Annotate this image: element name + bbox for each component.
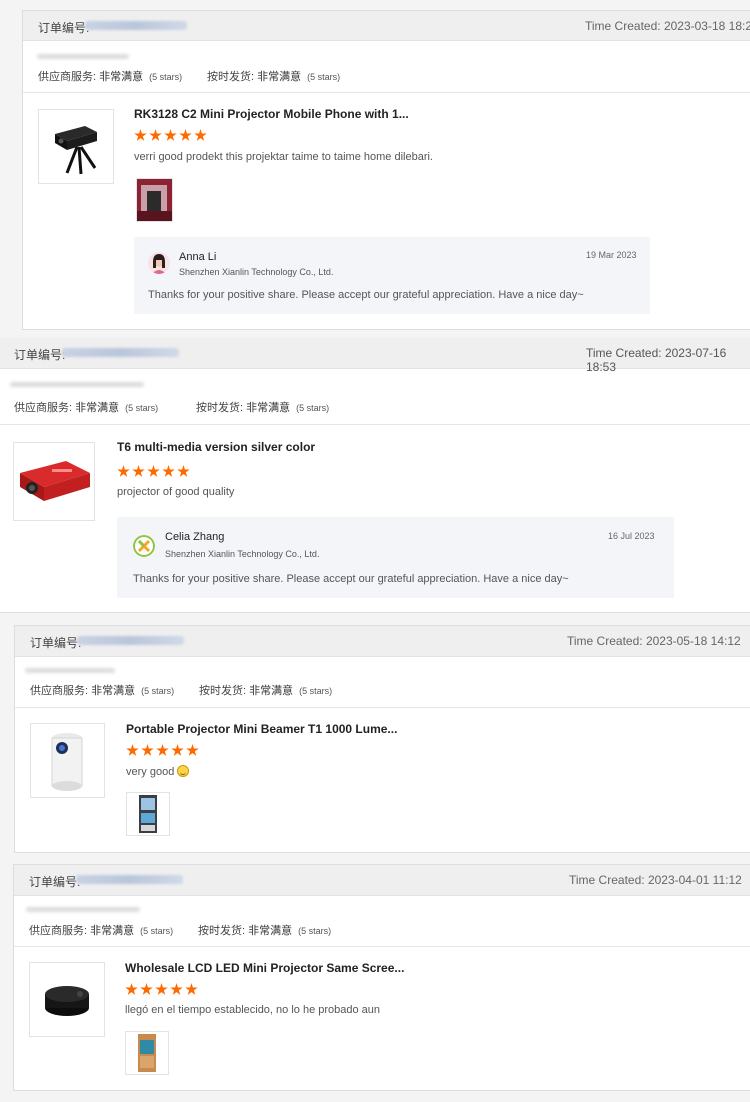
- review-text: verri good prodekt this projektar taime …: [134, 151, 433, 163]
- seller-ratings: 供应商服务: 非常满意 (5 stars) 按时发货: 非常满意 (5 stars): [23, 41, 750, 93]
- order-number-label: 订单编号:: [14, 348, 66, 362]
- reply-date: 16 Jul 2023: [608, 531, 655, 541]
- order-card: 订单编号: Time Created: 2023-07-16 18:53 供应商…: [0, 338, 750, 613]
- star-icon: [117, 465, 130, 477]
- on-time-delivery-rating: 按时发货: 非常满意 (5 stars): [207, 71, 341, 83]
- star-icon: [126, 744, 139, 756]
- review-stars: [126, 744, 199, 757]
- smiley-emoji-icon: [177, 765, 190, 777]
- buyer-name-redacted: [37, 54, 129, 59]
- product-thumbnail[interactable]: [13, 442, 95, 521]
- order-number-redacted: [85, 21, 187, 30]
- order-card: 订单编号: Time Created: 2023-03-18 18:23 供应商…: [22, 10, 750, 330]
- review-stars: [117, 465, 190, 478]
- review-photo-image: [137, 179, 172, 221]
- star-icon: [186, 744, 199, 756]
- star-icon: [194, 129, 207, 141]
- review-photo[interactable]: [136, 178, 173, 222]
- star-icon: [177, 465, 190, 477]
- seller-company: Shenzhen Xianlin Technology Co., Ltd.: [165, 549, 320, 559]
- time-created: Time Created: 2023-05-18 14:12: [567, 634, 741, 648]
- star-icon: [132, 465, 145, 477]
- seller-ratings: 供应商服务: 非常满意 (5 stars) 按时发货: 非常满意 (5 stars): [15, 657, 750, 708]
- review-photo-image: [126, 1032, 168, 1074]
- on-time-delivery-rating: 按时发货: 非常满意 (5 stars): [196, 402, 330, 414]
- seller-avatar: [133, 535, 155, 557]
- product-thumbnail[interactable]: [29, 962, 105, 1037]
- review-text: projector of good quality: [117, 486, 235, 498]
- product-thumbnail[interactable]: [30, 723, 105, 798]
- order-number-label: 订单编号:: [38, 21, 90, 35]
- review-photo[interactable]: [125, 1031, 169, 1075]
- star-icon: [141, 744, 154, 756]
- time-created: Time Created: 2023-04-01 11:12: [569, 873, 742, 887]
- order-number-label: 订单编号:: [29, 875, 81, 889]
- seller-ratings: 供应商服务: 非常满意 (5 stars) 按时发货: 非常满意 (5 stars): [0, 369, 750, 425]
- red-projector-image: [14, 443, 94, 520]
- product-title[interactable]: Portable Projector Mini Beamer T1 1000 L…: [126, 722, 397, 736]
- order-card: 订单编号: Time Created: 2023-04-01 11:12 供应商…: [13, 864, 750, 1091]
- on-time-delivery-rating: 按时发货: 非常满意 (5 stars): [199, 685, 333, 697]
- seller-service-rating: 供应商服务: 非常满意 (5 stars): [14, 402, 159, 414]
- time-created: Time Created: 2023-03-18 18:23: [585, 19, 750, 33]
- product-thumbnail[interactable]: [38, 109, 114, 184]
- star-icon: [156, 744, 169, 756]
- buyer-name-redacted: [26, 907, 140, 912]
- order-number-redacted: [77, 636, 184, 645]
- black-round-projector-image: [30, 963, 104, 1036]
- review-stars: [125, 983, 198, 996]
- on-time-delivery-rating: 按时发货: 非常满意 (5 stars): [198, 925, 332, 937]
- reply-text: Thanks for your positive share. Please a…: [148, 289, 584, 301]
- seller-service-rating: 供应商服务: 非常满意 (5 stars): [29, 925, 174, 937]
- order-number-label: 订单编号:: [30, 636, 82, 650]
- seller-service-rating: 供应商服务: 非常满意 (5 stars): [38, 71, 183, 83]
- seller-name: Anna Li: [179, 251, 217, 263]
- order-number-redacted: [76, 875, 183, 884]
- product-title[interactable]: Wholesale LCD LED Mini Projector Same Sc…: [125, 961, 404, 975]
- star-icon: [170, 983, 183, 995]
- buyer-name-redacted: [10, 382, 144, 387]
- seller-name: Celia Zhang: [165, 531, 225, 543]
- order-card: 订单编号: Time Created: 2023-05-18 14:12 供应商…: [14, 625, 750, 853]
- reply-text: Thanks for your positive share. Please a…: [133, 573, 569, 585]
- star-icon: [171, 744, 184, 756]
- seller-avatar: [148, 252, 170, 274]
- review-photo-image: [127, 793, 169, 835]
- star-icon: [155, 983, 168, 995]
- white-projector-image: [31, 724, 104, 797]
- order-header: 订单编号: Time Created: 2023-04-01 11:12: [14, 865, 750, 896]
- star-icon: [140, 983, 153, 995]
- seller-service-rating: 供应商服务: 非常满意 (5 stars): [30, 685, 175, 697]
- star-icon: [162, 465, 175, 477]
- star-icon: [125, 983, 138, 995]
- review-text: very good: [126, 765, 190, 778]
- order-header: 订单编号: Time Created: 2023-03-18 18:23: [23, 11, 750, 41]
- seller-company: Shenzhen Xianlin Technology Co., Ltd.: [179, 267, 334, 277]
- seller-reply: Anna Li Shenzhen Xianlin Technology Co.,…: [134, 237, 650, 314]
- order-number-redacted: [62, 348, 179, 357]
- order-header: 订单编号: Time Created: 2023-05-18 14:12: [15, 626, 750, 657]
- review-photo[interactable]: [126, 792, 170, 836]
- product-title[interactable]: T6 multi-media version silver color: [117, 440, 315, 454]
- order-header: 订单编号: Time Created: 2023-07-16 18:53: [0, 338, 750, 374]
- review-stars: [134, 129, 207, 142]
- star-icon: [185, 983, 198, 995]
- seller-reply: Celia Zhang Shenzhen Xianlin Technology …: [117, 517, 674, 598]
- star-icon: [147, 465, 160, 477]
- reply-date: 19 Mar 2023: [586, 250, 637, 260]
- star-icon: [134, 129, 147, 141]
- product-title[interactable]: RK3128 C2 Mini Projector Mobile Phone wi…: [134, 107, 409, 121]
- star-icon: [164, 129, 177, 141]
- star-icon: [179, 129, 192, 141]
- mini-projector-image: [39, 110, 113, 183]
- seller-ratings: 供应商服务: 非常满意 (5 stars) 按时发货: 非常满意 (5 stars): [14, 896, 750, 947]
- buyer-name-redacted: [25, 668, 115, 673]
- review-text: llegó en el tiempo establecido, no lo he…: [125, 1004, 381, 1016]
- star-icon: [149, 129, 162, 141]
